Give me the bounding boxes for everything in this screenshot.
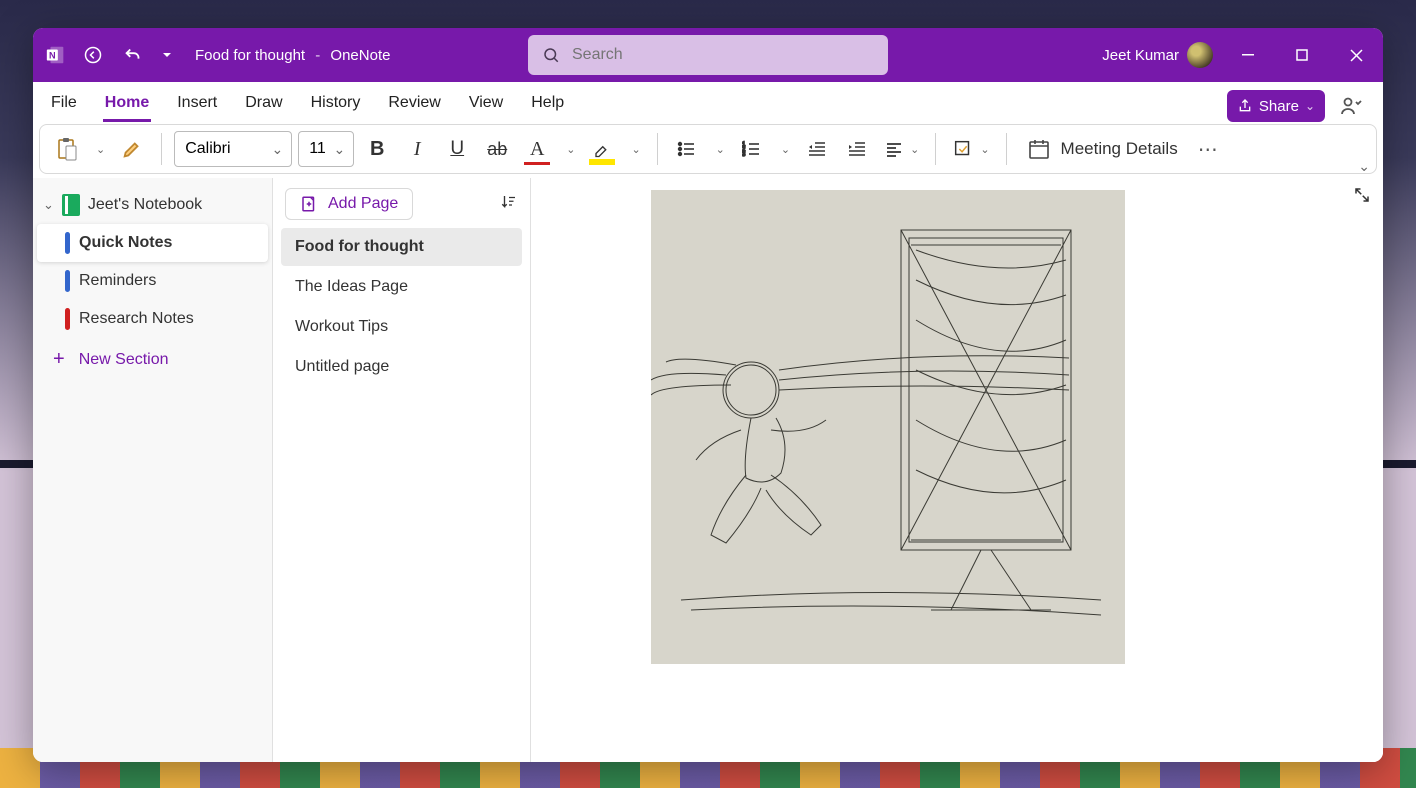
- maximize-button[interactable]: [1279, 35, 1325, 75]
- highlight-button[interactable]: [585, 131, 619, 167]
- share-button[interactable]: Share ⌄: [1227, 90, 1325, 122]
- plus-icon: +: [53, 348, 65, 371]
- font-color-button[interactable]: A: [520, 131, 554, 167]
- svg-text:N: N: [49, 51, 56, 61]
- meeting-details-button[interactable]: Meeting Details: [1019, 131, 1186, 167]
- titlebar: N Food for thought - OneNote Jeet Kumar: [33, 28, 1383, 82]
- onenote-app-icon: N: [43, 42, 69, 68]
- bold-button[interactable]: B: [360, 131, 394, 167]
- section-color-icon: [65, 308, 70, 330]
- back-button[interactable]: [77, 39, 109, 71]
- section-reminders[interactable]: Reminders: [37, 262, 268, 300]
- page-item[interactable]: The Ideas Page: [281, 268, 522, 306]
- close-button[interactable]: [1333, 35, 1379, 75]
- note-canvas[interactable]: [531, 178, 1383, 762]
- font-color-dropdown[interactable]: [560, 131, 579, 167]
- undo-button[interactable]: [117, 39, 149, 71]
- app-window: N Food for thought - OneNote Jeet Kumar: [33, 28, 1383, 762]
- section-color-icon: [65, 270, 70, 292]
- tab-home[interactable]: Home: [103, 86, 151, 122]
- meeting-details-label: Meeting Details: [1061, 139, 1178, 159]
- tab-insert[interactable]: Insert: [175, 86, 219, 122]
- calendar-icon: [1027, 137, 1051, 161]
- format-painter-button[interactable]: [115, 131, 149, 167]
- bullet-list-dropdown[interactable]: [710, 131, 729, 167]
- outdent-button[interactable]: [800, 131, 834, 167]
- align-button[interactable]: [880, 131, 923, 167]
- section-label: Research Notes: [79, 310, 194, 328]
- add-page-label: Add Page: [328, 195, 398, 213]
- svg-text:3: 3: [742, 152, 746, 158]
- section-research-notes[interactable]: Research Notes: [37, 300, 268, 338]
- share-label: Share: [1259, 98, 1299, 115]
- chevron-down-icon: ⌄: [1305, 99, 1315, 113]
- bullet-list-button[interactable]: [670, 131, 704, 167]
- add-page-button[interactable]: Add Page: [285, 188, 413, 220]
- section-label: Reminders: [79, 272, 156, 290]
- page-item[interactable]: Untitled page: [281, 348, 522, 386]
- add-page-icon: [300, 195, 318, 213]
- highlight-dropdown[interactable]: [625, 131, 644, 167]
- section-label: Quick Notes: [79, 234, 172, 252]
- page-panel: Add Page Food for thought The Ideas Page…: [273, 178, 531, 762]
- user-name: Jeet Kumar: [1102, 47, 1179, 64]
- section-quick-notes[interactable]: Quick Notes: [37, 224, 268, 262]
- indent-button[interactable]: [840, 131, 874, 167]
- qat-dropdown[interactable]: [157, 39, 177, 71]
- tab-help[interactable]: Help: [529, 86, 566, 122]
- tab-draw[interactable]: Draw: [243, 86, 284, 122]
- tab-review[interactable]: Review: [386, 86, 442, 122]
- user-account[interactable]: Jeet Kumar: [1102, 42, 1217, 68]
- section-panel: ⌄ Jeet's Notebook Quick Notes Reminders …: [33, 178, 273, 762]
- notebook-selector[interactable]: ⌄ Jeet's Notebook: [33, 186, 272, 224]
- coauthor-icon[interactable]: [1335, 90, 1367, 122]
- more-options-button[interactable]: ⋯: [1192, 131, 1226, 167]
- title-separator: -: [315, 47, 320, 64]
- font-size-select[interactable]: 11: [298, 131, 354, 167]
- ribbon-tabs: File Home Insert Draw History Review Vie…: [33, 82, 1383, 122]
- search-icon: [542, 46, 560, 64]
- notebook-icon: [62, 194, 80, 216]
- window-title: Food for thought - OneNote: [195, 47, 390, 64]
- toolbar: Calibri 11 B I U ab A 123: [39, 124, 1377, 174]
- italic-button[interactable]: I: [400, 131, 434, 167]
- strikethrough-button[interactable]: ab: [480, 131, 514, 167]
- chevron-down-icon: ⌄: [43, 197, 54, 213]
- collapse-ribbon-button[interactable]: ⌄: [1358, 158, 1370, 175]
- fullscreen-button[interactable]: [1353, 186, 1371, 209]
- paste-dropdown[interactable]: [90, 131, 109, 167]
- underline-button[interactable]: U: [440, 131, 474, 167]
- notebook-name: Jeet's Notebook: [88, 196, 202, 214]
- sketch-illustration: [651, 190, 1125, 664]
- sort-pages-button[interactable]: [500, 193, 518, 216]
- tags-button[interactable]: [948, 131, 993, 167]
- tab-history[interactable]: History: [309, 86, 363, 122]
- search-input[interactable]: [572, 46, 874, 64]
- minimize-button[interactable]: [1225, 35, 1271, 75]
- avatar: [1187, 42, 1213, 68]
- search-box[interactable]: [528, 35, 888, 75]
- new-section-label: New Section: [79, 351, 169, 369]
- app-name: OneNote: [330, 47, 390, 64]
- content-area: ⌄ Jeet's Notebook Quick Notes Reminders …: [33, 178, 1383, 762]
- page-item[interactable]: Workout Tips: [281, 308, 522, 346]
- tab-file[interactable]: File: [49, 86, 79, 122]
- new-section-button[interactable]: + New Section: [33, 338, 272, 381]
- section-color-icon: [65, 232, 70, 254]
- font-name-select[interactable]: Calibri: [174, 131, 292, 167]
- paste-button[interactable]: [50, 131, 84, 167]
- numbered-list-button[interactable]: 123: [735, 131, 769, 167]
- share-icon: [1237, 98, 1253, 114]
- inserted-image[interactable]: [651, 190, 1125, 664]
- tab-view[interactable]: View: [467, 86, 505, 122]
- document-name: Food for thought: [195, 47, 305, 64]
- numbered-list-dropdown[interactable]: [775, 131, 794, 167]
- page-item[interactable]: Food for thought: [281, 228, 522, 266]
